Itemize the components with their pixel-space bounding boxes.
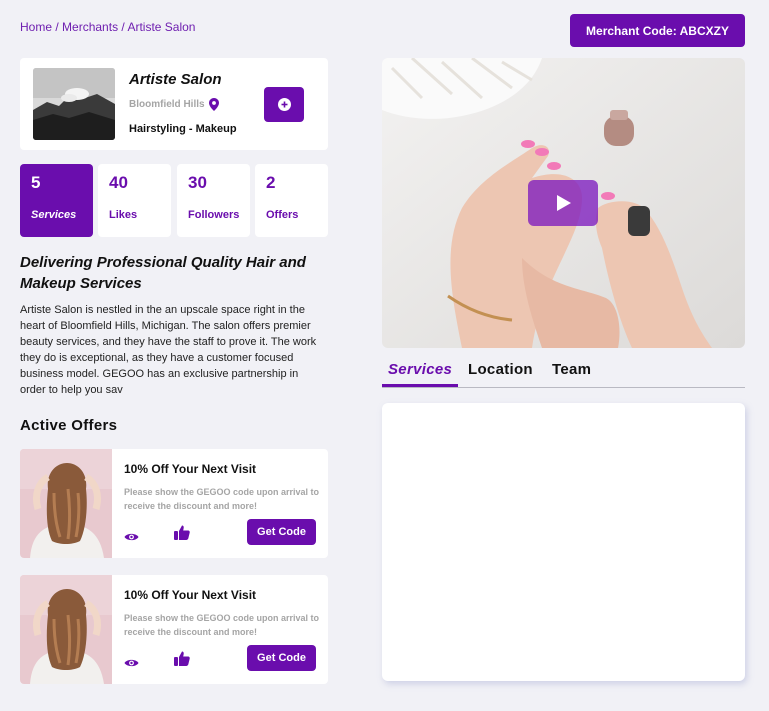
merchant-code-button[interactable]: Merchant Code: ABCXZY [570, 14, 745, 47]
stat-value: 30 [188, 173, 207, 192]
stat-value: 40 [109, 173, 128, 192]
merchant-name: Artiste Salon [129, 71, 222, 88]
stat-offers[interactable]: 2 Offers [255, 164, 328, 237]
breadcrumb-home[interactable]: Home [20, 20, 52, 34]
breadcrumb-current[interactable]: Artiste Salon [127, 20, 195, 34]
merchant-profile-card: Artiste Salon Bloomfield Hills Hairstyli… [20, 58, 328, 150]
active-tab-indicator [382, 384, 458, 387]
merchant-category: Hairstyling - Makeup [129, 123, 237, 135]
breadcrumb: Home / Merchants / Artiste Salon [20, 20, 195, 34]
stat-value: 2 [266, 173, 276, 192]
merchant-headline: Delivering Professional Quality Hair and… [20, 254, 306, 292]
play-icon [557, 195, 571, 211]
active-offers-heading: Active Offers [20, 417, 118, 434]
offer-image [20, 449, 112, 558]
merchant-video[interactable] [382, 58, 745, 348]
breadcrumb-separator: / [121, 20, 125, 34]
offer-image [20, 575, 112, 684]
breadcrumb-separator: / [55, 20, 59, 34]
stat-value: 5 [31, 173, 41, 192]
stat-label: Followers [188, 209, 240, 221]
follow-add-button[interactable] [264, 87, 304, 122]
get-code-button[interactable]: Get Code [247, 645, 316, 671]
merchant-thumbnail [33, 68, 115, 140]
tab-location[interactable]: Location [468, 361, 533, 384]
detail-tabs: Services Location Team [382, 358, 745, 388]
offer-card: 10% Off Your Next Visit Please show the … [20, 575, 328, 684]
offer-title: 10% Off Your Next Visit [124, 462, 257, 476]
eye-icon[interactable] [124, 529, 139, 547]
breadcrumb-merchants[interactable]: Merchants [62, 20, 118, 34]
thumbs-up-icon[interactable] [174, 525, 190, 545]
stat-followers[interactable]: 30 Followers [177, 164, 250, 237]
offer-title: 10% Off Your Next Visit [124, 588, 257, 602]
merchant-location: Bloomfield Hills [129, 98, 219, 111]
stat-services[interactable]: 5 Services [20, 164, 93, 237]
tab-team[interactable]: Team [552, 361, 591, 384]
stat-label: Offers [266, 209, 299, 221]
offer-description: Please show the GEGOO code upon arrival … [124, 487, 320, 511]
merchant-description: Artiste Salon is nestled in the an upsca… [20, 304, 317, 396]
merchant-location-text: Bloomfield Hills [129, 99, 205, 110]
play-button[interactable] [528, 180, 598, 226]
plus-circle-icon [277, 98, 291, 111]
stat-label: Services [31, 209, 77, 221]
map-pin-icon [208, 98, 219, 111]
tab-services[interactable]: Services [388, 361, 452, 384]
thumbs-up-icon[interactable] [174, 651, 190, 671]
get-code-button[interactable]: Get Code [247, 519, 316, 545]
stat-likes[interactable]: 40 Likes [98, 164, 171, 237]
offer-card: 10% Off Your Next Visit Please show the … [20, 449, 328, 558]
offer-description: Please show the GEGOO code upon arrival … [124, 613, 320, 637]
eye-icon[interactable] [124, 655, 139, 673]
tab-content-panel [382, 403, 745, 681]
stat-label: Likes [109, 209, 138, 221]
